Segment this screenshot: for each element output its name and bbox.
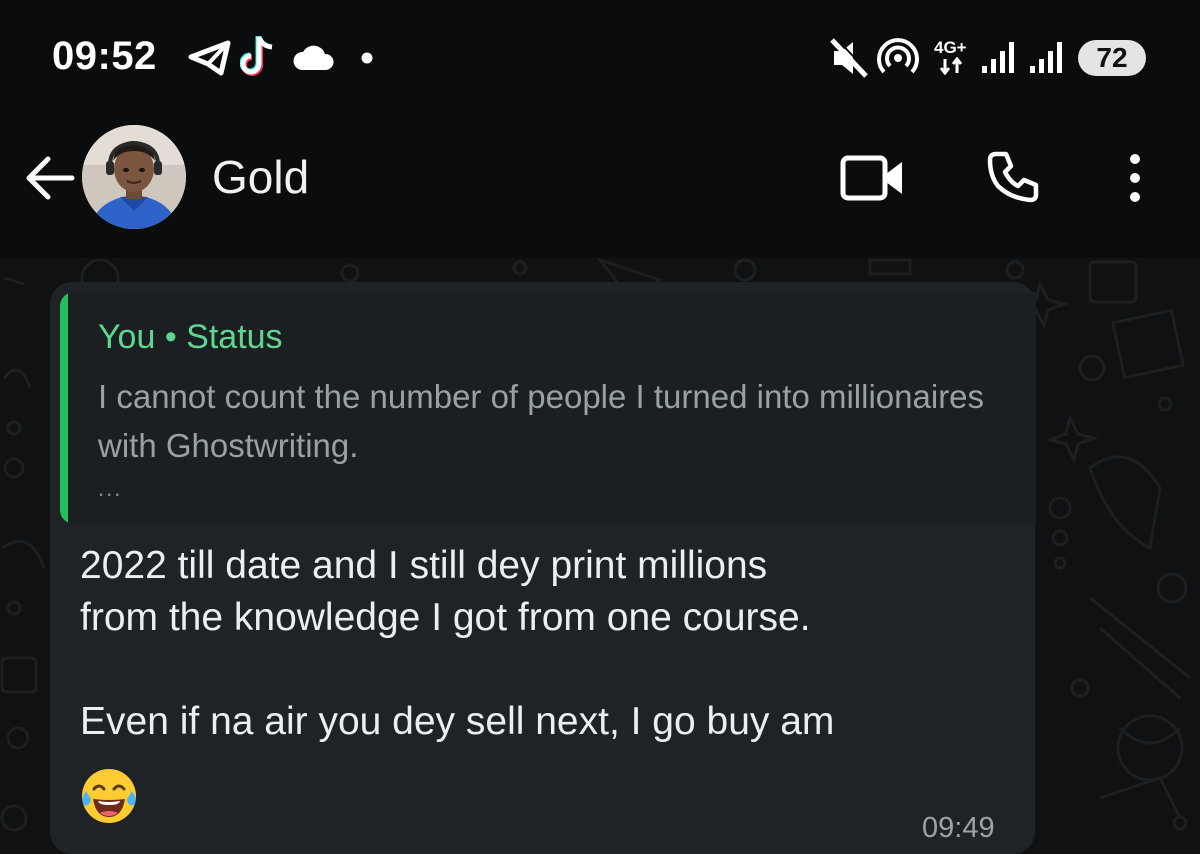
- quote-accent-bar: [60, 292, 68, 524]
- status-bar: 09:52 4G+ 72: [0, 0, 1200, 112]
- battery-icon: 72: [1078, 40, 1146, 76]
- back-arrow-icon[interactable]: [24, 154, 76, 202]
- avatar-image: [82, 125, 186, 229]
- voice-call-icon[interactable]: [986, 150, 1040, 204]
- status-time: 09:52: [52, 34, 157, 78]
- signal-icon: [982, 42, 1014, 73]
- quoted-status[interactable]: You • Status I cannot count the number o…: [60, 292, 1036, 524]
- message-text: 2022 till date and I still dey print mil…: [80, 544, 835, 743]
- telegram-icon: [188, 40, 231, 76]
- tiktok-icon: [240, 36, 273, 76]
- quote-ellipsis: ...: [98, 476, 123, 501]
- video-call-icon[interactable]: [840, 154, 906, 202]
- network-4g-icon: 4G+: [934, 38, 967, 57]
- dot-icon: [361, 52, 373, 64]
- message-timestamp: 09:49: [922, 812, 995, 844]
- avatar[interactable]: [82, 125, 186, 229]
- data-arrows-icon: [939, 57, 963, 75]
- more-options-icon[interactable]: [1124, 152, 1146, 204]
- quote-text: I cannot count the number of people I tu…: [98, 378, 985, 464]
- hotspot-icon: [877, 38, 919, 74]
- tears-of-joy-emoji: [82, 769, 136, 823]
- signal-icon-2: [1030, 42, 1062, 73]
- contact-name[interactable]: Gold: [212, 150, 309, 204]
- quote-author: You • Status: [98, 318, 283, 356]
- cloud-icon: [293, 45, 334, 70]
- mute-icon: [830, 36, 870, 78]
